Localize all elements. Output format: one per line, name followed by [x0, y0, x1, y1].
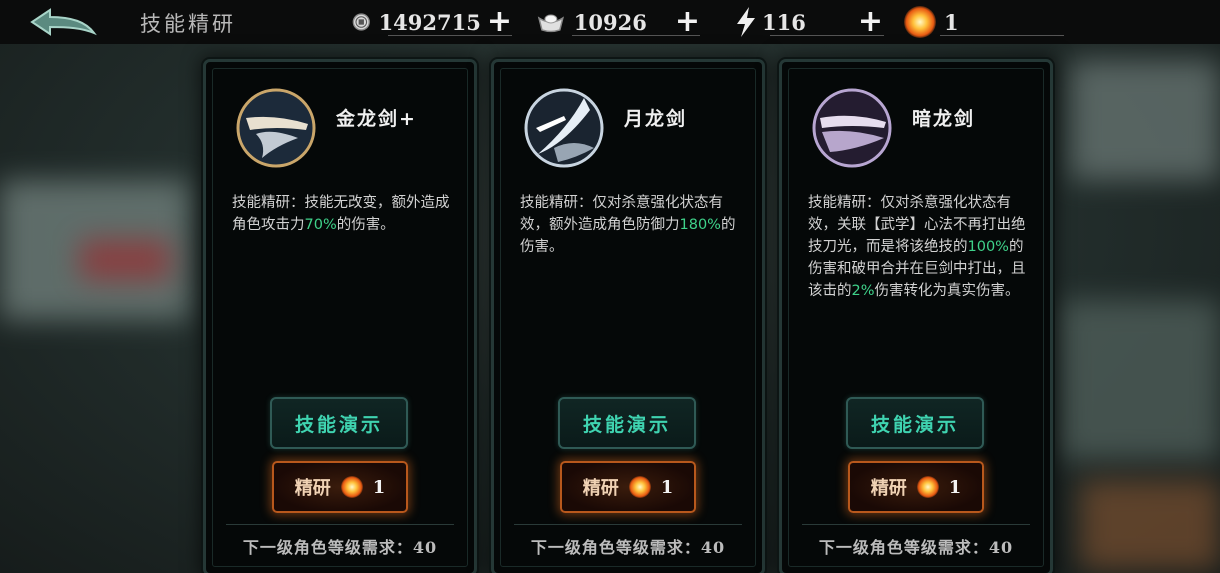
fire-orb-icon — [340, 476, 363, 498]
fire-orb-icon — [628, 476, 651, 498]
description-text: 伤害转化为真实伤害。 — [874, 283, 1020, 299]
add-stamina-button[interactable]: + — [858, 7, 883, 37]
refine-button[interactable]: 精研 1 — [272, 461, 408, 513]
divider — [388, 35, 512, 36]
silver-value: 10926 — [573, 9, 647, 35]
sword-skill-icon — [236, 88, 316, 168]
skill-name: 金龙剑+ — [336, 108, 417, 130]
description-highlight: 180% — [679, 217, 721, 233]
skill-name: 暗龙剑 — [912, 108, 976, 130]
sword-skill-icon — [812, 88, 892, 168]
skill-card-golden-dragon-sword: 金龙剑+ 技能精研：技能无改变，额外造成角色攻击力70%的伤害。 技能演示 精研… — [206, 62, 474, 573]
skill-demo-button[interactable]: 技能演示 — [846, 397, 984, 449]
description-text: 的伤害。 — [336, 217, 395, 233]
background-shape — [1080, 480, 1220, 570]
divider — [572, 35, 700, 36]
skill-card-dark-dragon-sword: 暗龙剑 技能精研：仅对杀意强化状态有效，关联【武学】心法不再打出绝技刀光，而是将… — [782, 62, 1050, 573]
lightning-icon — [737, 7, 755, 37]
description-highlight: 2% — [851, 283, 875, 299]
divider — [940, 35, 1064, 36]
divider — [770, 35, 884, 36]
fire-orb-icon — [904, 6, 936, 38]
skill-demo-button[interactable]: 技能演示 — [270, 397, 408, 449]
skill-description: 技能精研：仅对杀意强化状态有效，关联【武学】心法不再打出绝技刀光，而是将该绝技的… — [808, 192, 1028, 302]
description-highlight: 70% — [304, 217, 337, 233]
silver-ingot-icon — [537, 14, 565, 33]
refine-label: 精研 — [294, 478, 331, 499]
refine-cost: 1 — [660, 476, 674, 498]
coin-value: 1492715 — [378, 9, 481, 35]
add-silver-button[interactable]: + — [675, 7, 700, 37]
refine-cost: 1 — [948, 476, 962, 498]
back-button[interactable] — [28, 6, 98, 38]
back-arrow-icon — [30, 8, 97, 36]
stamina-resource: 116 + — [734, 4, 884, 40]
refine-label: 精研 — [870, 478, 907, 499]
refine-button[interactable]: 精研 1 — [848, 461, 984, 513]
refine-token-value: 1 — [944, 9, 959, 35]
refine-button[interactable]: 精研 1 — [560, 461, 696, 513]
fire-orb-icon — [916, 476, 939, 498]
top-bar: 技能精研 1492715 + 10926 + 116 + 1 — [0, 0, 1220, 44]
add-coin-button[interactable]: + — [487, 7, 512, 37]
description-highlight: 100% — [967, 239, 1009, 255]
page-title: 技能精研 — [140, 12, 236, 36]
divider — [802, 524, 1030, 525]
skill-description: 技能精研：仅对杀意强化状态有效，额外造成角色防御力180%的伤害。 — [520, 192, 740, 258]
divider — [226, 524, 454, 525]
level-requirement: 下一级角色等级需求：40 — [242, 538, 438, 557]
background-shape — [80, 240, 170, 280]
coin-resource: 1492715 + — [352, 4, 512, 40]
sword-skill-icon — [524, 88, 604, 168]
divider — [514, 524, 742, 525]
level-requirement: 下一级角色等级需求：40 — [530, 538, 726, 557]
level-requirement: 下一级角色等级需求：40 — [818, 538, 1014, 557]
skill-card-moon-dragon-sword: 月龙剑 技能精研：仅对杀意强化状态有效，额外造成角色防御力180%的伤害。 技能… — [494, 62, 762, 573]
skill-description: 技能精研：技能无改变，额外造成角色攻击力70%的伤害。 — [232, 192, 452, 236]
background-shape — [1070, 60, 1220, 180]
skill-name: 月龙剑 — [624, 108, 688, 130]
silver-resource: 10926 + — [536, 4, 700, 40]
coin-icon — [352, 13, 370, 31]
refine-label: 精研 — [582, 478, 619, 499]
refine-token-resource: 1 — [904, 4, 1064, 40]
refine-cost: 1 — [372, 476, 386, 498]
skill-demo-button[interactable]: 技能演示 — [558, 397, 696, 449]
stamina-value: 116 — [762, 9, 806, 35]
background-shape — [1060, 300, 1220, 460]
